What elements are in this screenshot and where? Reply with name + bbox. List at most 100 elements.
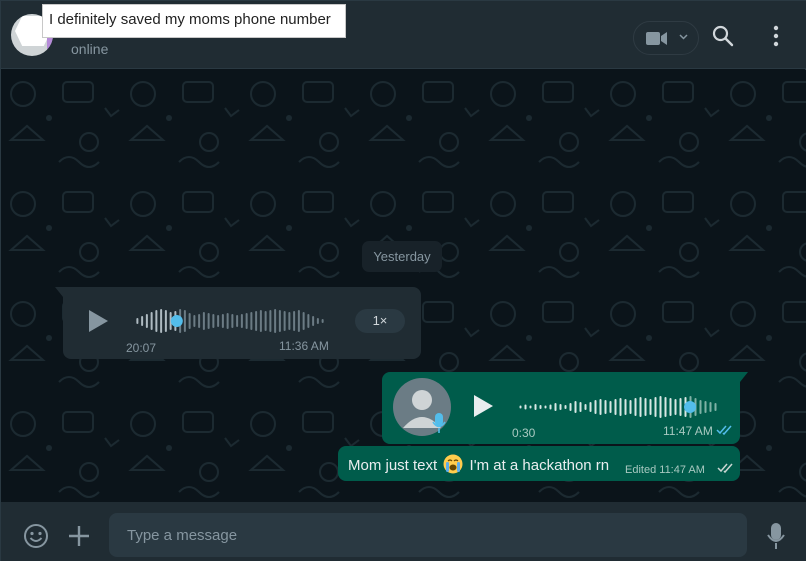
attach-plus-icon[interactable] (67, 524, 91, 548)
waveform-bar (549, 404, 552, 410)
waveform-bar (240, 314, 243, 328)
waveform-bar (245, 313, 248, 329)
waveform-bar (231, 314, 234, 328)
waveform-bar (155, 310, 158, 332)
bubble-tail (740, 372, 748, 382)
edited-meta: Edited 11:47 AM (625, 464, 705, 476)
waveform-bar (183, 310, 186, 332)
waveform-bar (264, 311, 267, 331)
waveform-bar (321, 319, 324, 323)
waveform-bar (579, 402, 582, 412)
waveform-bar (293, 311, 296, 331)
play-icon[interactable] (472, 394, 494, 418)
voice-duration: 20:07 (126, 341, 157, 355)
waveform-bar (599, 399, 602, 415)
waveform-bar (274, 309, 277, 333)
caption-overlay: I definitely saved my moms phone number (42, 4, 346, 38)
waveform-bar (519, 405, 522, 409)
message-time: 11:36 AM (279, 339, 329, 353)
waveform-bar (604, 400, 607, 414)
video-call-button[interactable] (633, 21, 699, 55)
waveform-bar (659, 396, 662, 418)
waveform-bar (609, 401, 612, 413)
waveform-bar (539, 405, 542, 409)
waveform-bar (164, 310, 167, 332)
voice-duration: 0:30 (512, 426, 536, 440)
waveform-bar (639, 397, 642, 417)
outgoing-voice-message[interactable]: 0:30 11:47 AM (382, 372, 748, 444)
waveform-bar (699, 400, 702, 414)
waveform-bar (193, 315, 196, 327)
message-text-part: I'm at a hackathon rn (469, 457, 610, 474)
waveform-bar (278, 310, 281, 332)
waveform-bar (674, 399, 677, 415)
double-check-icon (717, 463, 733, 474)
waveform-bar (198, 314, 201, 328)
voice-waveform[interactable] (135, 306, 325, 336)
emoji-icon[interactable] (23, 523, 49, 549)
waveform-bar (236, 315, 239, 327)
waveform-bar (624, 399, 627, 415)
waveform-bar (559, 404, 562, 410)
waveform-bar (316, 318, 319, 324)
waveform-bar (212, 314, 215, 328)
waveform-bar (288, 312, 291, 330)
waveform-bar (619, 398, 622, 416)
waveform-bar (136, 318, 139, 324)
loudly-crying-face-icon (443, 454, 463, 474)
waveform-bar (644, 398, 647, 416)
waveform-bar (259, 310, 262, 332)
waveform-bar (564, 405, 567, 409)
bubble-tail (55, 287, 63, 297)
waveform-bar (574, 401, 577, 413)
waveform-bar (145, 314, 148, 328)
waveform-bar (649, 399, 652, 415)
message-text: Mom just text I'm at a hackathon rn (348, 454, 609, 474)
play-icon[interactable] (87, 309, 109, 333)
waveform-bar (221, 314, 224, 328)
video-camera-icon (646, 32, 667, 45)
waveform-bar (202, 312, 205, 330)
waveform-bar (529, 405, 532, 409)
waveform-bar (226, 313, 229, 329)
waveform-bar (629, 400, 632, 414)
voice-waveform[interactable] (518, 392, 718, 422)
microphone-icon[interactable] (766, 522, 786, 550)
avatar-mark (47, 37, 53, 49)
waveform-bar (250, 312, 253, 330)
waveform-bar (709, 402, 712, 412)
waveform-bar (302, 312, 305, 330)
waveform-bar (714, 403, 717, 411)
waveform-bar (654, 397, 657, 417)
waveform-bar (569, 403, 572, 411)
waveform-bar (634, 398, 637, 416)
search-icon[interactable] (712, 25, 734, 47)
waveform-bar (584, 404, 587, 410)
waveform-bar (255, 311, 258, 331)
playhead-dot[interactable] (170, 315, 183, 327)
message-time: 11:47 AM (659, 464, 705, 476)
outgoing-text-message[interactable]: Mom just text I'm at a hackathon rn Edit… (338, 446, 740, 481)
waveform-bar (614, 399, 617, 415)
waveform-bar (534, 404, 537, 410)
incoming-voice-message[interactable]: 1× 20:07 11:36 AM (55, 287, 421, 359)
waveform-bar (150, 312, 153, 330)
waveform-bar (704, 401, 707, 413)
mic-badge-icon (432, 413, 446, 433)
waveform-bar (664, 397, 667, 417)
message-input[interactable] (109, 513, 747, 557)
waveform-bar (297, 310, 300, 332)
waveform-bar (589, 402, 592, 412)
waveform-bar (594, 400, 597, 414)
playback-speed-button[interactable]: 1× (355, 309, 405, 333)
waveform-bar (217, 315, 220, 327)
playhead-dot[interactable] (684, 401, 696, 413)
chevron-down-icon (679, 34, 688, 40)
waveform-bar (669, 398, 672, 416)
waveform-bar (554, 403, 557, 411)
waveform-bar (207, 313, 210, 329)
message-text-part: Mom just text (348, 457, 438, 474)
menu-dots-icon[interactable] (769, 25, 783, 47)
waveform-bar (269, 310, 272, 332)
waveform-bar (312, 316, 315, 326)
